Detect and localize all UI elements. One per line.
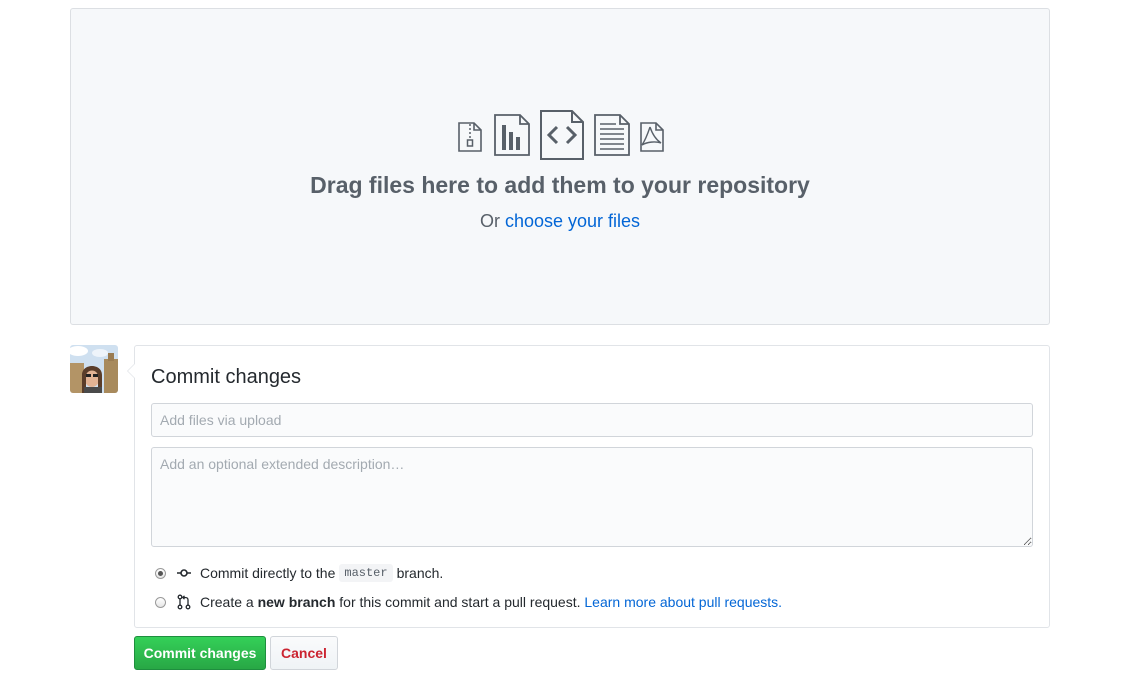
cancel-button[interactable]: Cancel (270, 636, 338, 670)
branch-name: master (339, 564, 393, 582)
option-direct-prefix: Commit directly to the (200, 565, 336, 581)
option-new-branch[interactable]: Create a new branch for this commit and … (155, 592, 782, 612)
option-commit-direct[interactable]: Commit directly to the master branch. (155, 563, 443, 583)
graph-icon (494, 114, 530, 156)
radio-new-branch[interactable] (155, 596, 166, 608)
dropzone-sub-prefix: Or (479, 211, 500, 231)
git-commit-icon (177, 569, 191, 577)
commit-form: Commit changes Commit directly to the ma… (127, 345, 1050, 628)
option-new-bold: new branch (257, 594, 336, 610)
commit-changes-button[interactable]: Commit changes (134, 636, 266, 670)
upload-dropzone[interactable]: Drag files here to add them to your repo… (70, 8, 1050, 325)
git-pull-request-icon (177, 594, 191, 610)
learn-more-link[interactable]: Learn more about pull requests. (584, 594, 782, 610)
radio-commit-direct[interactable] (155, 567, 166, 579)
file-code-icon (540, 110, 584, 160)
file-pdf-icon (640, 122, 664, 152)
file-text-icon (594, 114, 630, 156)
file-zip-icon (458, 122, 482, 152)
dropzone-title: Drag files here to add them to your repo… (310, 172, 810, 198)
file-type-icons (457, 109, 667, 161)
option-direct-suffix: branch. (396, 565, 444, 581)
commit-title: Commit changes (151, 366, 302, 388)
option-new-suffix: for this commit and start a pull request… (339, 594, 581, 610)
option-new-prefix: Create a (200, 594, 254, 610)
commit-description-input[interactable] (151, 447, 1033, 547)
dropzone-subtitle: Or choose your files (71, 211, 1049, 232)
avatar (70, 345, 118, 393)
commit-summary-input[interactable] (151, 403, 1033, 437)
choose-files-link[interactable]: choose your files (505, 211, 640, 231)
